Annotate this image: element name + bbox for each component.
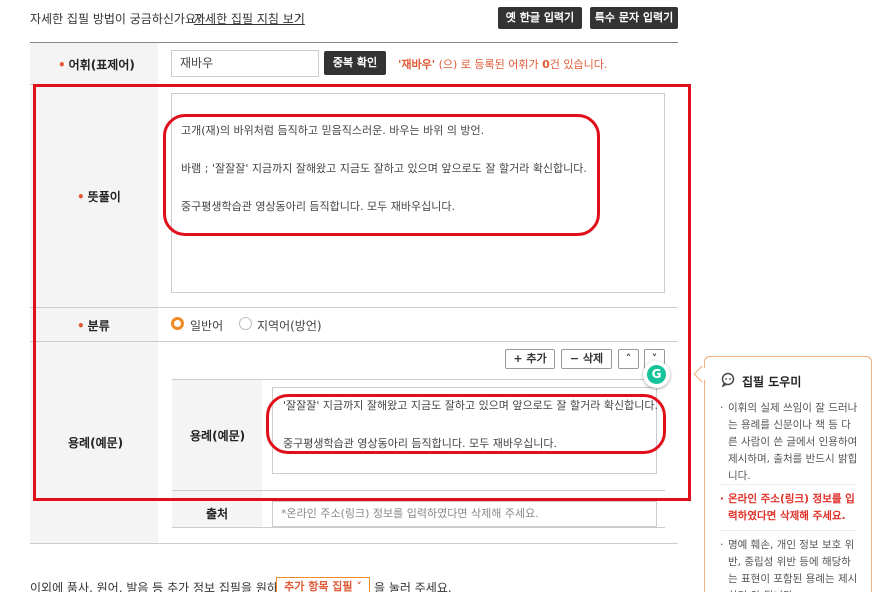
old-hangul-input-button[interactable]: 옛 한글 입력기 xyxy=(498,7,582,29)
form-bottom-border xyxy=(30,543,678,544)
inner-table-border xyxy=(172,527,665,528)
duplicate-check-button[interactable]: 중복 확인 xyxy=(324,51,386,75)
required-marker: • xyxy=(58,58,66,72)
top-bar: 자세한 집필 방법이 궁금하신가요? 자세한 집필 지침 보기 › 옛 한글 입… xyxy=(0,0,874,36)
annotation-oval-example xyxy=(266,394,666,454)
grammarly-icon[interactable]: G xyxy=(643,361,670,388)
additional-info-suffix: 을 눌러 주세요. xyxy=(374,581,452,592)
source-label: 출처 xyxy=(206,507,229,521)
additional-info-text: 이외에 품사, 원어, 발음 등 추가 정보 집필을 원하시면 xyxy=(30,581,300,592)
source-input[interactable]: *온라인 주소(링크) 정보를 입력하였다면 삭제해 주세요. xyxy=(272,501,657,527)
helper-tip-alert: · 온라인 주소(링크) 정보를 입력하였다면 삭제해 주세요. xyxy=(720,493,855,522)
helper-divider xyxy=(720,484,856,485)
duplicate-result-message: '재바우' (으) 로 등록된 어휘가 0건 있습니다. xyxy=(398,58,608,71)
annotation-oval-meaning xyxy=(163,114,600,236)
helper-tip: · 이휘의 실제 쓰임이 잘 드러나는 용례를 신문이나 책 등 다른 사람이 쓴… xyxy=(720,402,858,482)
special-char-input-button[interactable]: 특수 문자 입력기 xyxy=(590,7,678,29)
chevron-right-icon: › xyxy=(297,9,302,23)
help-question-text: 자세한 집필 방법이 궁금하신가요? xyxy=(30,12,203,26)
helper-tip: · 명예 훼손, 개인 정보 보호 위반, 중립성 위반 등에 해당하는 표현이 … xyxy=(720,539,858,592)
speech-bubble-icon xyxy=(721,372,735,387)
writing-guide-link[interactable]: 자세한 집필 지침 보기 xyxy=(194,10,305,27)
helper-title: 집필 도우미 xyxy=(742,375,802,389)
headword-input[interactable]: 재바우 xyxy=(171,50,319,77)
helper-divider xyxy=(720,530,856,531)
grammarly-logo: G xyxy=(647,365,666,384)
additional-items-button[interactable]: 추가 항목 집필 ˅ xyxy=(276,577,370,592)
headword-label: • 어휘(표제어) xyxy=(58,58,135,72)
